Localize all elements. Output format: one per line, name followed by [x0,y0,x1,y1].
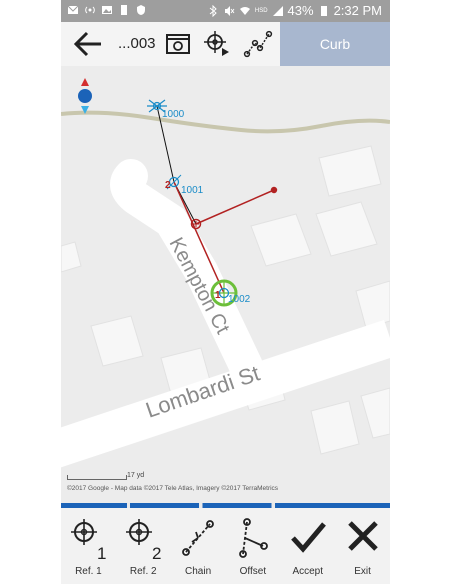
battery-icon [320,6,327,16]
back-arrow-icon[interactable] [71,28,105,60]
map-view[interactable]: Kempton Ct Lombardi St 1000 1001 2 1002 … [61,66,390,504]
code-panel[interactable]: Curb [280,22,390,66]
point-1002[interactable]: 1002 1 [210,279,251,307]
scale-label: 17 yd [127,472,145,479]
accept-button[interactable]: Accept [280,508,335,584]
ref-1-label: Ref. 1 [75,566,102,577]
bluetooth-icon [209,5,217,17]
image-icon [102,6,112,14]
point-index: 1 [215,290,221,301]
chain-label: Chain [185,566,212,577]
point-label: 1000 [162,109,185,120]
shield-icon [137,5,145,15]
clock: 2:32 PM [333,3,382,18]
battery-percent: 43% [287,3,314,18]
target-play-icon[interactable] [202,29,232,59]
code-label: Curb [319,36,351,52]
point-index: 2 [165,180,171,191]
point-label: 1002 [228,294,251,305]
chain-icon [182,520,214,556]
battery-small-icon [121,5,127,15]
toolbar: ...003 Curb [61,22,390,67]
bottom-toolbar: 1 Ref. 1 2 Ref. 2 Chain Offset Accept Ex… [61,508,390,584]
checkmark-icon [290,522,326,553]
close-icon [347,521,378,551]
svg-text:2: 2 [152,544,161,562]
mute-icon [224,6,235,16]
status-bar: HSD 43% 2:32 PM [61,0,390,22]
offset-label: Offset [239,566,267,577]
network-label: HSD [254,8,268,14]
map-canvas[interactable]: Kempton Ct Lombardi St 1000 1001 2 1002 … [61,66,390,504]
offset-line [195,189,275,225]
signal-icon [272,6,283,16]
ref-2-label: Ref. 2 [129,566,157,577]
point-1001[interactable]: 1001 2 [165,174,204,196]
chain-button[interactable]: Chain [171,508,226,584]
reference-1-icon: 1 [71,519,107,562]
mail-icon [67,5,79,14]
ref-2-button[interactable]: 2 Ref. 2 [116,508,171,584]
map-attribution: ©2017 Google - Map data ©2017 Tele Atlas… [67,485,279,492]
exit-label: Exit [354,566,371,577]
reference-2-icon: 2 [126,519,162,562]
phone-screen: HSD 43% 2:32 PM ...003 Curb Kempton Ct L… [61,0,390,584]
broadcast-icon [85,6,95,14]
offset-button[interactable]: Offset [225,508,280,584]
ref-1-button[interactable]: 1 Ref. 1 [61,508,116,584]
wifi-icon [239,7,250,15]
svg-text:1: 1 [97,544,106,562]
scale-bar [67,475,127,480]
offset-icon [238,518,268,558]
offset-endpoint[interactable] [270,186,278,194]
trail-path [61,110,390,134]
file-label: ...003 [118,35,156,52]
accept-label: Accept [292,566,324,577]
point-label: 1001 [181,185,204,196]
exit-button[interactable]: Exit [335,508,390,584]
map-view-icon[interactable] [163,29,193,59]
polyline-icon[interactable] [243,29,273,59]
compass-icon[interactable] [78,78,92,114]
